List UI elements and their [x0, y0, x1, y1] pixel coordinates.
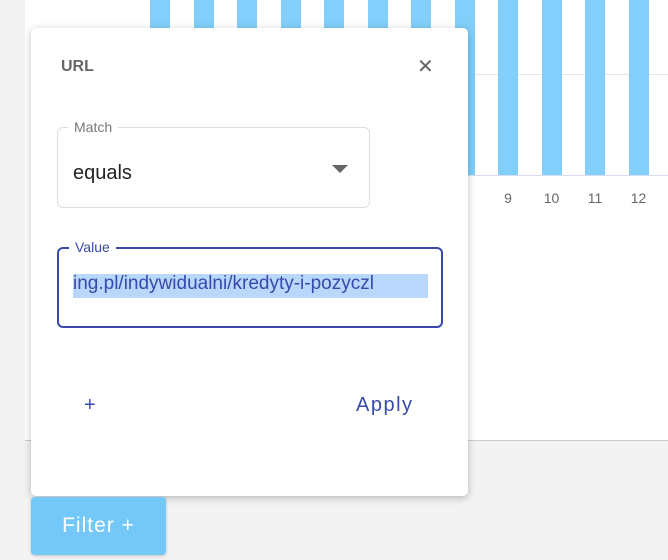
match-value: equals	[73, 162, 132, 184]
x-tick-11: 11	[587, 190, 603, 206]
close-icon[interactable]: ✕	[417, 54, 434, 79]
x-tick-10: 10	[543, 190, 560, 206]
apply-button[interactable]: Apply	[356, 394, 414, 417]
x-tick-9: 9	[504, 190, 512, 206]
x-tick-12: 12	[630, 190, 647, 206]
bar-9	[498, 0, 518, 175]
popup-title: URL	[61, 58, 94, 75]
value-field[interactable]: Value	[57, 239, 443, 328]
chevron-down-icon	[332, 165, 348, 173]
url-filter-popup: URL ✕ Match equals Value + Apply	[31, 28, 468, 496]
bar-10	[541, 0, 562, 175]
bar-11	[585, 0, 605, 175]
value-input[interactable]	[73, 273, 429, 295]
match-label: Match	[68, 119, 119, 135]
filter-add-button[interactable]: Filter +	[31, 497, 166, 555]
value-label: Value	[69, 239, 116, 255]
add-condition-button[interactable]: +	[84, 394, 96, 417]
match-select[interactable]: Match equals	[57, 119, 370, 208]
bar-12	[628, 0, 649, 175]
